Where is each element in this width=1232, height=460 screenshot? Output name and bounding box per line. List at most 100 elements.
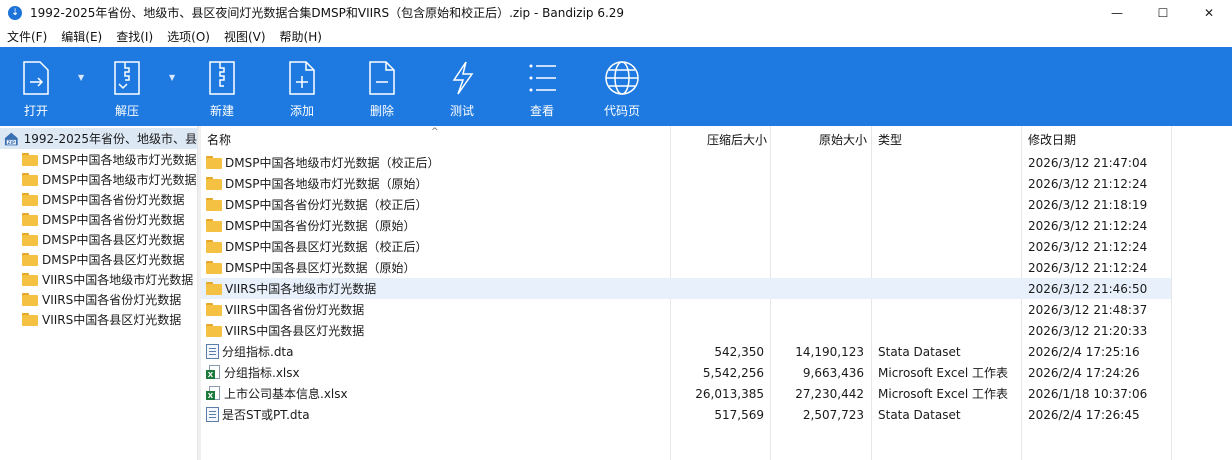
table-row[interactable]: 是否ST或PT.dta 517,569 2,507,723 Stata Dataset…: [201, 404, 1171, 425]
tree-item[interactable]: DMSP中国各地级市灯光数据: [0, 149, 197, 169]
maximize-button[interactable]: ☐: [1140, 0, 1186, 25]
column-header-original-size[interactable]: 原始大小: [771, 126, 867, 152]
stata-file-icon: [206, 344, 219, 359]
file-name-cell: X 分组指标.xlsx: [206, 362, 300, 383]
file-name-cell: 分组指标.dta: [206, 341, 294, 362]
tree-item[interactable]: DMSP中国各县区灯光数据: [0, 249, 197, 269]
table-row[interactable]: VIIRS中国各地级市灯光数据 2026/3/12 21:46:50: [201, 278, 1171, 299]
table-row[interactable]: DMSP中国各省份灯光数据（原始） 2026/3/12 21:12:24: [201, 215, 1171, 236]
tree-item[interactable]: VIIRS中国各地级市灯光数据: [0, 269, 197, 289]
table-row[interactable]: X 分组指标.xlsx 5,542,256 9,663,436 Microsoft Ex…: [201, 362, 1171, 383]
toolbar: 打开 ▼ 解压 ▼ 新建 添加 删除 测试 查看 代码页: [0, 47, 1232, 126]
original-size: [771, 215, 864, 236]
minimize-button[interactable]: —: [1094, 0, 1140, 25]
folder-icon: [206, 261, 222, 274]
svg-text:ZIP: ZIP: [8, 139, 15, 144]
tree-item[interactable]: DMSP中国各县区灯光数据: [0, 229, 197, 249]
title-bar: ⇣ 1992-2025年省份、地级市、县区夜间灯光数据合集DMSP和VIIRS（…: [0, 0, 1232, 25]
tree-item[interactable]: DMSP中国各省份灯光数据: [0, 189, 197, 209]
add-label: 添加: [289, 104, 314, 118]
menu-find[interactable]: 查找(I): [109, 28, 160, 45]
column-header-type[interactable]: 类型: [878, 126, 902, 152]
file-name: DMSP中国各省份灯光数据（校正后）: [225, 198, 428, 212]
view-button[interactable]: 查看: [522, 47, 562, 126]
table-row[interactable]: DMSP中国各地级市灯光数据（原始） 2026/3/12 21:12:24: [201, 173, 1171, 194]
tree-item-label: DMSP中国各省份灯光数据: [42, 212, 185, 227]
table-row[interactable]: DMSP中国各省份灯光数据（校正后） 2026/3/12 21:18:19: [201, 194, 1171, 215]
new-archive-button[interactable]: 新建: [202, 47, 242, 126]
file-name: DMSP中国各省份灯光数据（原始）: [225, 219, 416, 233]
file-name-cell: DMSP中国各省份灯光数据（原始）: [206, 215, 415, 236]
column-header-modified[interactable]: 修改日期: [1028, 126, 1076, 152]
menu-options[interactable]: 选项(O): [160, 28, 217, 45]
column-header-name[interactable]: 名称: [207, 126, 231, 152]
table-row[interactable]: VIIRS中国各县区灯光数据 2026/3/12 21:20:33: [201, 320, 1171, 341]
folder-icon: [206, 198, 222, 211]
window-title: 1992-2025年省份、地级市、县区夜间灯光数据合集DMSP和VIIRS（包含…: [30, 6, 625, 20]
tree-item[interactable]: VIIRS中国各县区灯光数据: [0, 309, 197, 329]
compressed-size: [671, 194, 764, 215]
table-row[interactable]: DMSP中国各地级市灯光数据（校正后） 2026/3/12 21:47:04: [201, 152, 1171, 173]
file-name-cell: VIIRS中国各县区灯光数据: [206, 320, 364, 341]
open-icon: [16, 59, 56, 97]
file-name-cell: VIIRS中国各地级市灯光数据: [206, 278, 376, 299]
table-row[interactable]: DMSP中国各县区灯光数据（校正后） 2026/3/12 21:12:24: [201, 236, 1171, 257]
table-row[interactable]: X 上市公司基本信息.xlsx 26,013,385 27,230,442 Micros…: [201, 383, 1171, 404]
file-name: DMSP中国各地级市灯光数据（校正后）: [225, 156, 440, 170]
modified-date: 2026/3/12 21:12:24: [1028, 176, 1148, 191]
table-row[interactable]: VIIRS中国各省份灯光数据 2026/3/12 21:48:37: [201, 299, 1171, 320]
compressed-size: [671, 152, 764, 173]
open-dropdown-arrow-icon[interactable]: ▼: [78, 73, 84, 82]
table-row[interactable]: 分组指标.dta 542,350 14,190,123 Stata Dataset 20…: [201, 341, 1171, 362]
folder-icon: [206, 156, 222, 169]
tree-root-archive[interactable]: ZIP 1992-2025年省份、地级市、县: [0, 128, 197, 149]
file-name: DMSP中国各县区灯光数据（原始）: [225, 261, 416, 275]
modified-date: 2026/2/4 17:25:16: [1028, 344, 1140, 359]
menu-edit[interactable]: 编辑(E): [54, 28, 109, 45]
column-header-compressed-size[interactable]: 压缩后大小: [671, 126, 767, 152]
bandizip-app-icon: ⇣: [8, 5, 22, 20]
folder-icon: [22, 192, 38, 206]
folder-icon: [22, 212, 38, 226]
menu-help[interactable]: 帮助(H): [273, 28, 329, 45]
file-type: Microsoft Excel 工作表: [878, 387, 1009, 401]
open-label: 打开: [23, 104, 48, 118]
delete-icon: [362, 59, 402, 97]
file-list: 名称 ^ 压缩后大小 原始大小 类型 修改日期 DMSP中国各地级市灯光数据（校…: [201, 126, 1232, 460]
original-size: [771, 173, 864, 194]
menu-view[interactable]: 视图(V): [217, 28, 273, 45]
test-button[interactable]: 测试: [442, 47, 482, 126]
original-size: [771, 152, 864, 173]
table-row[interactable]: DMSP中国各县区灯光数据（原始） 2026/3/12 21:12:24: [201, 257, 1171, 278]
file-name-cell: DMSP中国各地级市灯光数据（校正后）: [206, 152, 439, 173]
zip-archive-icon: ZIP: [4, 132, 18, 145]
delete-button[interactable]: 删除: [362, 47, 402, 126]
excel-file-icon: X: [206, 386, 221, 401]
open-button[interactable]: 打开: [16, 47, 56, 126]
original-size: [771, 320, 864, 341]
compressed-size: [671, 173, 764, 194]
extract-button[interactable]: 解压: [107, 47, 147, 126]
codepage-label: 代码页: [603, 104, 640, 118]
file-name-cell: DMSP中国各省份灯光数据（校正后）: [206, 194, 427, 215]
modified-date: 2026/3/12 21:12:24: [1028, 218, 1148, 233]
extract-dropdown-arrow-icon[interactable]: ▼: [169, 73, 175, 82]
tree-item[interactable]: VIIRS中国各省份灯光数据: [0, 289, 197, 309]
delete-label: 删除: [369, 104, 394, 118]
file-type: Stata Dataset: [878, 344, 961, 359]
folder-icon: [22, 172, 38, 186]
add-button[interactable]: 添加: [282, 47, 322, 126]
file-name: VIIRS中国各县区灯光数据: [225, 324, 365, 338]
original-size: 14,190,123: [795, 344, 864, 359]
view-icon: [522, 59, 562, 97]
original-size: 2,507,723: [802, 407, 864, 422]
close-button[interactable]: ✕: [1186, 0, 1232, 25]
codepage-button[interactable]: 代码页: [600, 47, 644, 126]
tree-root-label: 1992-2025年省份、地级市、县: [23, 132, 197, 146]
file-name-cell: X 上市公司基本信息.xlsx: [206, 383, 348, 404]
compressed-size: [671, 215, 764, 236]
tree-item[interactable]: DMSP中国各地级市灯光数据: [0, 169, 197, 189]
folder-icon: [206, 219, 222, 232]
tree-item[interactable]: DMSP中国各省份灯光数据: [0, 209, 197, 229]
menu-file[interactable]: 文件(F): [0, 28, 54, 45]
